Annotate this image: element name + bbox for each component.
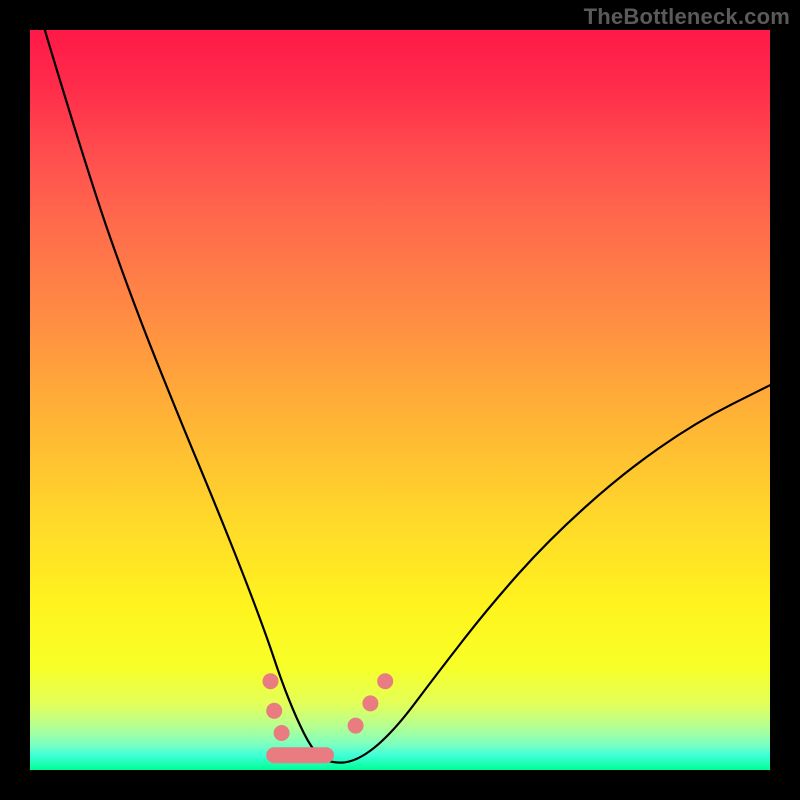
marker-dot	[362, 695, 378, 711]
marker-dot	[263, 673, 279, 689]
marker-dot	[377, 673, 393, 689]
watermark-text: TheBottleneck.com	[584, 4, 790, 30]
chart-overlay	[30, 30, 770, 770]
chart-frame: TheBottleneck.com	[0, 0, 800, 800]
marker-dot	[274, 725, 290, 741]
bottleneck-curve	[45, 30, 770, 763]
marker-dot	[348, 718, 364, 734]
marker-dot	[266, 703, 282, 719]
plot-area	[30, 30, 770, 770]
